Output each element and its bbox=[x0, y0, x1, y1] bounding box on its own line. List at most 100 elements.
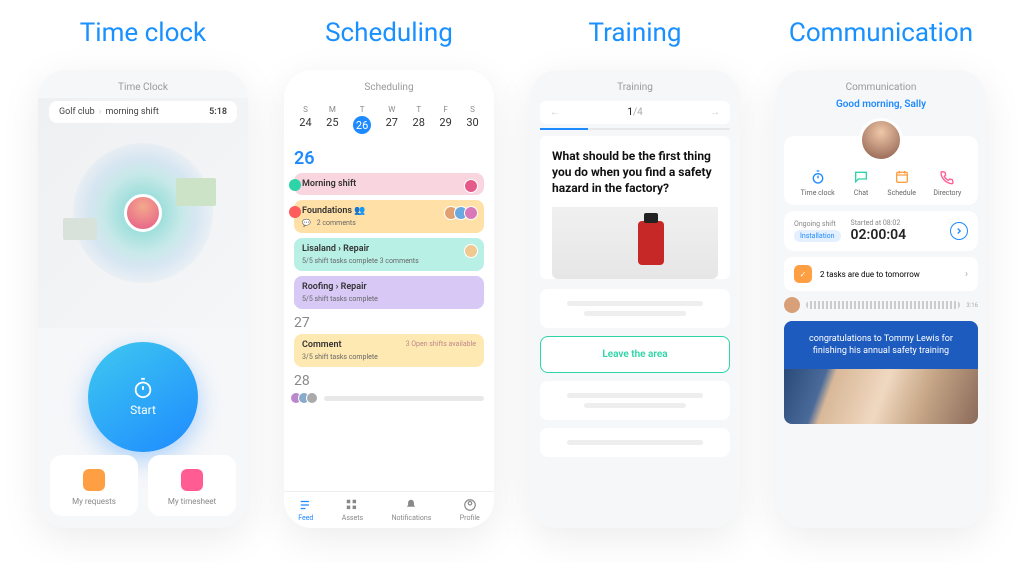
user-avatar[interactable] bbox=[859, 118, 903, 162]
action-schedule[interactable]: Schedule bbox=[887, 168, 916, 197]
phone-communication: Communication Good morning, Sally Time c… bbox=[776, 70, 986, 528]
audio-message[interactable]: 3:16 bbox=[784, 297, 978, 313]
chat-icon bbox=[852, 168, 870, 186]
card-meta: 5/5 shift tasks complete bbox=[302, 295, 378, 303]
screen-title: Communication bbox=[776, 70, 986, 101]
screen-title: Training bbox=[530, 70, 740, 101]
card-title: Foundations bbox=[302, 206, 352, 216]
tile-label: My timesheet bbox=[154, 497, 230, 506]
day-num[interactable]: 24 bbox=[299, 116, 311, 129]
comment-icon: 💬 bbox=[302, 219, 311, 227]
tile-label: My requests bbox=[56, 497, 132, 506]
location-crumb: Golf club bbox=[59, 107, 95, 117]
card-title: Morning shift bbox=[302, 179, 476, 189]
action-directory[interactable]: Directory bbox=[933, 168, 961, 197]
dow: F bbox=[439, 105, 451, 114]
day-num[interactable]: 28 bbox=[413, 116, 425, 129]
profile-card: Time clock Chat Schedule Directory bbox=[784, 136, 978, 205]
selected-day: 26 bbox=[294, 148, 484, 169]
action-chat[interactable]: Chat bbox=[852, 168, 870, 197]
chevron-right-icon: › bbox=[965, 269, 968, 280]
check-icon bbox=[83, 469, 105, 491]
calendar-icon bbox=[181, 469, 203, 491]
card-title: Comment bbox=[302, 340, 342, 350]
answer-option-selected[interactable]: Leave the area bbox=[540, 336, 730, 373]
dow: T bbox=[413, 105, 425, 114]
shift-card-comment[interactable]: Comment 3 Open shifts available 3/5 shif… bbox=[294, 334, 484, 367]
question-nav: ← 1/4 → bbox=[540, 101, 730, 124]
avatar-stack bbox=[468, 244, 478, 258]
day-num[interactable]: 29 bbox=[439, 116, 451, 129]
shift-card-lisaland[interactable]: Lisaland › Repair 5/5 shift tasks comple… bbox=[294, 238, 484, 271]
progress-fill bbox=[540, 128, 588, 130]
arrow-left-icon[interactable]: ← bbox=[550, 107, 560, 118]
my-timesheet-tile[interactable]: My timesheet bbox=[148, 455, 236, 516]
heading-training: Training bbox=[589, 18, 682, 48]
people-icon: 👥 bbox=[354, 206, 365, 216]
card-title: Lisaland › Repair bbox=[302, 244, 476, 254]
day-num[interactable]: 27 bbox=[386, 116, 398, 129]
arrow-right-icon[interactable]: → bbox=[710, 107, 720, 118]
dow: M bbox=[326, 105, 338, 114]
day-28-row[interactable] bbox=[294, 392, 484, 404]
stopwatch-icon bbox=[809, 168, 827, 186]
waveform bbox=[806, 301, 960, 309]
stopwatch-icon bbox=[132, 377, 154, 399]
due-text: 2 tasks are due to tomorrow bbox=[820, 270, 920, 279]
answer-option-3[interactable] bbox=[540, 381, 730, 420]
elapsed-time: 5:18 bbox=[209, 107, 227, 117]
card-meta: 5/5 shift tasks complete 3 comments bbox=[302, 257, 419, 265]
user-avatar bbox=[124, 194, 162, 232]
progress-track bbox=[540, 128, 730, 130]
phone-time-clock: Time Clock Golf club › morning shift 5:1… bbox=[38, 70, 248, 528]
alert-icon bbox=[289, 206, 301, 218]
announcement-photo bbox=[784, 369, 978, 424]
arrow-circle-icon[interactable] bbox=[950, 222, 968, 240]
heading-communication: Communication bbox=[789, 18, 973, 48]
phone-training: Training ← 1/4 → What should be the firs… bbox=[530, 70, 740, 528]
screen-title: Scheduling bbox=[284, 70, 494, 101]
heading-time-clock: Time clock bbox=[80, 18, 206, 48]
nav-feed[interactable]: Feed bbox=[298, 498, 313, 522]
sender-avatar bbox=[784, 297, 800, 313]
day-num-active[interactable]: 26 bbox=[353, 116, 371, 134]
heading-scheduling: Scheduling bbox=[325, 18, 453, 48]
question-image bbox=[552, 207, 718, 279]
day-27: 27 bbox=[294, 315, 484, 331]
ongoing-shift-card[interactable]: Ongoing shift Installation Started at 08… bbox=[784, 211, 978, 251]
calendar-icon bbox=[893, 168, 911, 186]
shift-card-foundations[interactable]: Foundations 👥 💬2 comments bbox=[294, 200, 484, 233]
shift-badge: Installation bbox=[794, 230, 841, 242]
shift-card-morning[interactable]: Morning shift bbox=[294, 173, 484, 195]
avatar-stack bbox=[468, 179, 478, 193]
greeting: Good morning, Sally bbox=[776, 99, 986, 110]
shift-crumb: morning shift bbox=[105, 107, 158, 117]
answer-option-4[interactable] bbox=[540, 428, 730, 457]
page-indicator: 1/4 bbox=[627, 107, 642, 118]
day-num[interactable]: 25 bbox=[326, 116, 338, 129]
my-requests-tile[interactable]: My requests bbox=[50, 455, 138, 516]
answer-option-1[interactable] bbox=[540, 289, 730, 328]
nav-profile[interactable]: Profile bbox=[460, 498, 480, 522]
nav-assets[interactable]: Assets bbox=[342, 498, 363, 522]
action-time-clock[interactable]: Time clock bbox=[801, 168, 835, 197]
question-card: What should be the first thing you do wh… bbox=[540, 136, 730, 279]
week-strip[interactable]: S24 M25 T26 W27 T28 F29 S30 bbox=[284, 101, 494, 142]
shift-card-roofing[interactable]: Roofing › Repair 5/5 shift tasks complet… bbox=[294, 276, 484, 309]
day-28: 28 bbox=[294, 373, 484, 389]
day-num[interactable]: 30 bbox=[466, 116, 478, 129]
start-button[interactable]: Start bbox=[88, 342, 198, 452]
phone-icon bbox=[938, 168, 956, 186]
map-background bbox=[38, 98, 248, 328]
question-text: What should be the first thing you do wh… bbox=[552, 148, 718, 197]
chevron-right-icon: › bbox=[99, 107, 102, 117]
nav-notifications[interactable]: Notifications bbox=[392, 498, 432, 522]
tasks-due-row[interactable]: ✓ 2 tasks are due to tomorrow › bbox=[784, 257, 978, 291]
shift-info-chip[interactable]: Golf club › morning shift 5:18 bbox=[49, 101, 237, 123]
shift-label: Ongoing shift bbox=[794, 220, 841, 228]
shift-elapsed: 02:00:04 bbox=[851, 227, 907, 243]
start-button-label: Start bbox=[130, 403, 156, 417]
avatar-stack bbox=[448, 206, 478, 220]
announcement-banner[interactable]: congratulations to Tommy Lewis for finis… bbox=[784, 321, 978, 369]
avatar-stack bbox=[294, 392, 318, 404]
